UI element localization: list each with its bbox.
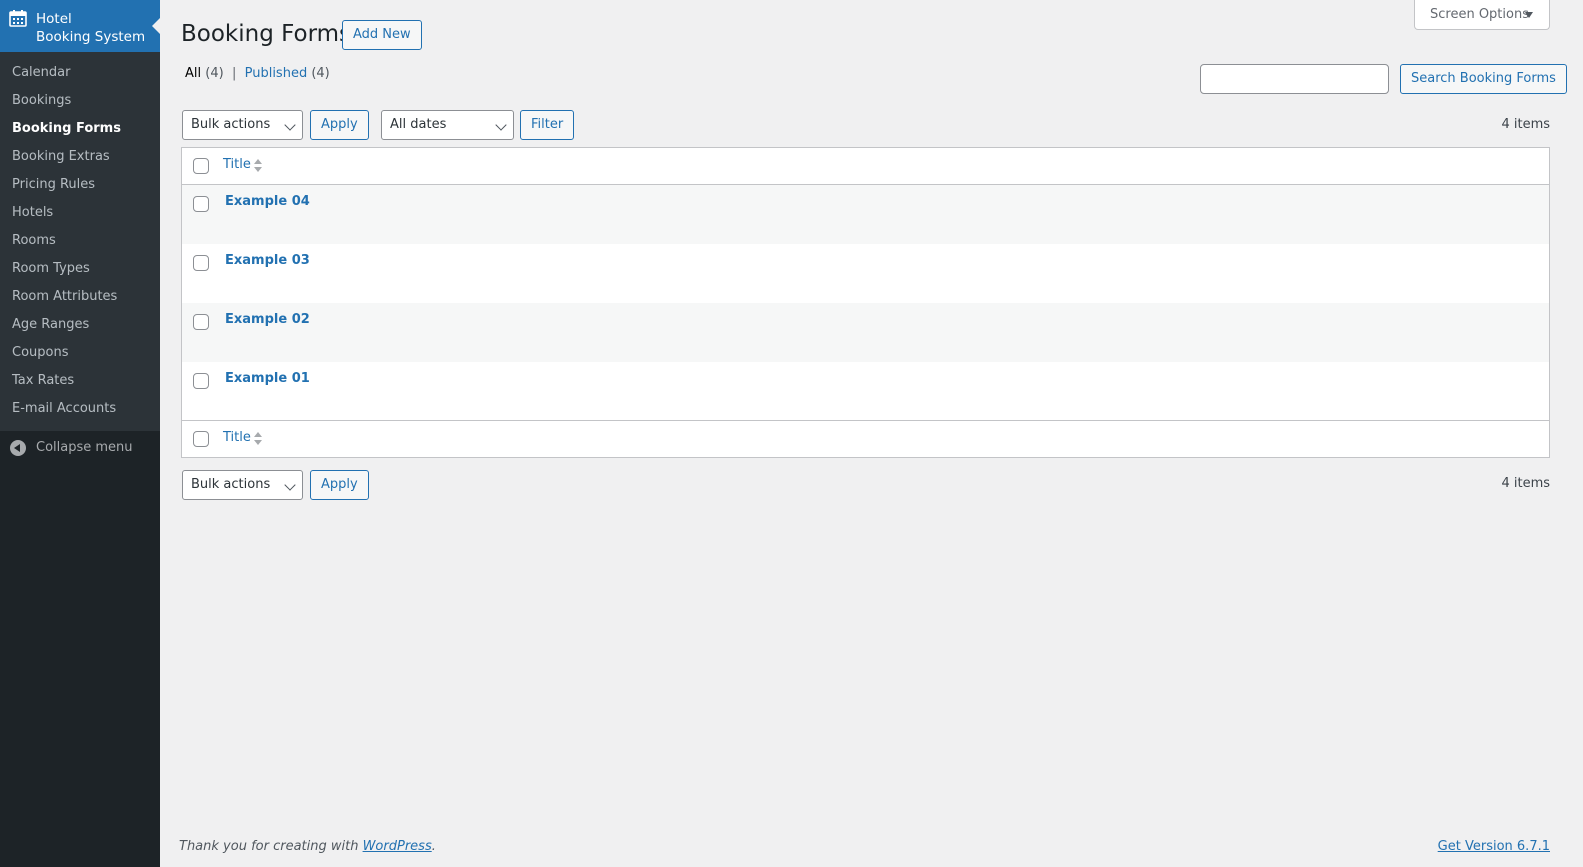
sidebar-item-room-attributes[interactable]: Room Attributes [0,283,160,311]
sidebar-item-room-types[interactable]: Room Types [0,255,160,283]
table-header: Title [182,148,1549,185]
sidebar-item-booking-extras[interactable]: Booking Extras [0,143,160,171]
sidebar-item-bookings[interactable]: Bookings [0,87,160,115]
table-row: Example 01 [182,362,1549,421]
row-checkbox[interactable] [193,255,209,271]
row-checkbox[interactable] [193,314,209,330]
current-menu-arrow [152,18,160,34]
bulk-actions-value-bottom: Bulk actions [191,477,271,492]
sidebar-item-age-ranges[interactable]: Age Ranges [0,311,160,339]
sidebar-submenu: Calendar Bookings Booking Forms Booking … [0,52,160,431]
row-title-link[interactable]: Example 04 [225,194,310,209]
view-published-link[interactable]: Published (4) [245,66,330,81]
dates-filter-value: All dates [390,117,447,132]
collapse-menu-label: Collapse menu [36,440,133,455]
chevron-down-icon [284,479,296,491]
bulk-actions-value-top: Bulk actions [191,117,271,132]
status-views: All (4) | Published (4) [185,66,330,81]
items-count-bottom: 4 items [1501,476,1550,491]
sidebar-item-hotels[interactable]: Hotels [0,199,160,227]
sort-icon [254,432,262,446]
row-title-link[interactable]: Example 02 [225,312,310,327]
wordpress-link[interactable]: WordPress [363,839,432,854]
table-row: Example 02 [182,303,1549,362]
sidebar-item-pricing-rules[interactable]: Pricing Rules [0,171,160,199]
items-count-top: 4 items [1501,117,1550,132]
sidebar-title-line2: Booking System [36,29,146,45]
sidebar-item-rooms[interactable]: Rooms [0,227,160,255]
bulk-actions-select-top[interactable]: Bulk actions [182,110,303,140]
sidebar-item-coupons[interactable]: Coupons [0,339,160,367]
footer-thanks-suffix: . [431,839,436,854]
screen-options-button[interactable]: Screen Options [1414,0,1550,30]
get-version-link[interactable]: Get Version 6.7.1 [1438,839,1550,854]
collapse-arrow-icon [10,440,26,456]
filter-button[interactable]: Filter [520,110,575,140]
sidebar-title-line1: Hotel [36,11,72,27]
collapse-menu-button[interactable]: Collapse menu [0,431,160,465]
row-checkbox[interactable] [193,196,209,212]
chevron-down-icon [284,119,296,131]
column-title-sort-link[interactable]: Title [223,157,251,172]
footer-thanks-prefix: Thank you for creating with [179,839,363,854]
calendar-icon [9,10,27,27]
sidebar-item-calendar[interactable]: Calendar [0,59,160,87]
add-new-button[interactable]: Add New [342,20,422,50]
booking-forms-table: Title Example 04 Example 03 Example 02 E… [181,147,1550,458]
view-published-count: (4) [311,66,330,81]
chevron-down-icon [495,119,507,131]
row-title-link[interactable]: Example 01 [225,371,310,386]
view-all-link[interactable]: All (4) [185,66,224,81]
sidebar-item-tax-rates[interactable]: Tax Rates [0,367,160,395]
search-input[interactable] [1200,64,1389,94]
apply-button-top[interactable]: Apply [310,110,369,140]
sidebar-item-email-accounts[interactable]: E-mail Accounts [0,395,160,423]
row-title-link[interactable]: Example 03 [225,253,310,268]
search-button[interactable]: Search Booking Forms [1400,64,1567,94]
footer-version: Get Version 6.7.1 [1438,839,1550,854]
page-title: Booking Forms [181,21,352,47]
apply-button-bottom[interactable]: Apply [310,470,369,500]
sidebar-item-booking-forms[interactable]: Booking Forms [0,115,160,143]
view-all-count: (4) [205,66,224,81]
footer-thankyou: Thank you for creating with WordPress. [179,839,436,854]
select-all-checkbox-bottom[interactable] [193,431,209,447]
row-checkbox[interactable] [193,373,209,389]
select-all-checkbox-top[interactable] [193,158,209,174]
column-title-sort-link-bottom[interactable]: Title [223,430,251,445]
sidebar-menu-header[interactable]: Hotel Booking System [0,0,160,52]
table-footer: Title [182,420,1549,457]
admin-sidebar: Hotel Booking System Calendar Bookings B… [0,0,160,867]
screen-options-label: Screen Options [1430,7,1529,22]
sort-icon [254,159,262,173]
dates-filter-select[interactable]: All dates [381,110,514,140]
bulk-actions-select-bottom[interactable]: Bulk actions [182,470,303,500]
view-all-label: All [185,66,202,81]
sidebar-menu-title: Hotel Booking System [36,10,145,46]
view-published-label: Published [244,66,308,81]
table-row: Example 04 [182,185,1549,244]
table-row: Example 03 [182,244,1549,303]
triangle-down-icon [1525,12,1533,18]
views-separator: | [231,66,237,81]
